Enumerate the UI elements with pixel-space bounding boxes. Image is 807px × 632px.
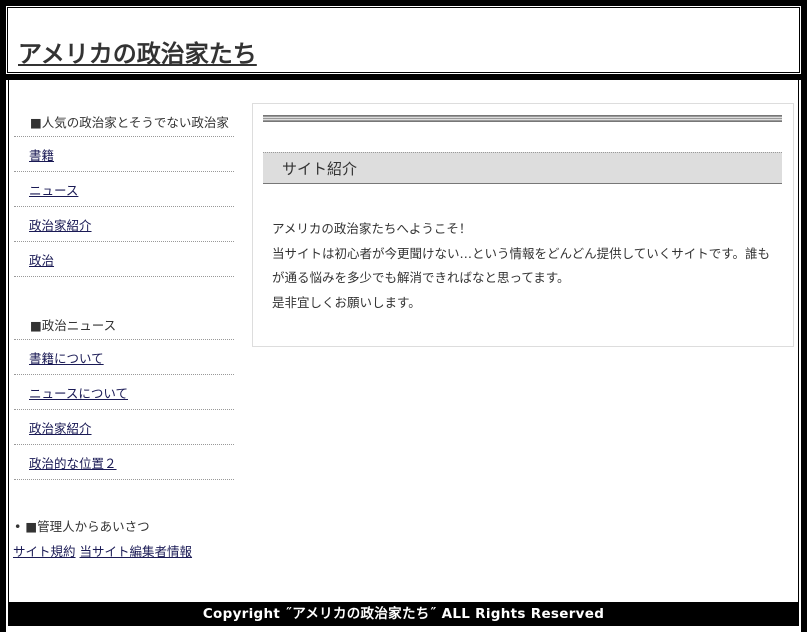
- sidebar-link-politicians-2[interactable]: 政治家紹介: [29, 421, 92, 436]
- sidebar-item-about-news: ニュースについて: [14, 375, 234, 410]
- sidebar-link-political-position[interactable]: 政治的な位置２: [29, 456, 117, 471]
- bullet-icon: •: [14, 519, 22, 534]
- intro-text: アメリカの政治家たちへようこそ！ 当サイトは初心者が今更聞けない…という情報をど…: [272, 217, 775, 315]
- site-header: アメリカの政治家たち: [0, 0, 807, 80]
- sidebar-item-political-position: 政治的な位置２: [14, 445, 234, 480]
- admin-links: サイト規約 当サイト編集者情報: [13, 541, 196, 560]
- sidebar-item-politics: 政治: [14, 242, 234, 277]
- sidebar-link-about-news[interactable]: ニュースについて: [29, 386, 128, 401]
- admin-greeting: • ■管理人からあいさつ: [14, 516, 150, 535]
- sidebar-heading-popular: ■人気の政治家とそうでない政治家: [14, 102, 234, 137]
- sidebar-link-about-books[interactable]: 書籍について: [29, 351, 104, 366]
- intro-line-welcome: アメリカの政治家たちへようこそ！: [272, 221, 472, 236]
- main-content: サイト紹介 アメリカの政治家たちへようこそ！ 当サイトは初心者が今更聞けない…と…: [252, 103, 794, 347]
- sidebar: ■人気の政治家とそうでない政治家 書籍 ニュース 政治家紹介 政治 ■政治ニュー…: [14, 102, 234, 480]
- editor-info-link[interactable]: 当サイト編集者情報: [80, 544, 193, 559]
- intro-line-closing: 是非宜しくお願いします。: [272, 294, 421, 310]
- main-top-rule: [263, 115, 782, 122]
- page-bottom-edge: [0, 626, 807, 632]
- footer-copyright: Copyright ˝アメリカの政治家たち˝ ALL Rights Reserv…: [8, 602, 799, 626]
- sidebar-item-books: 書籍: [14, 137, 234, 172]
- sidebar-link-news[interactable]: ニュース: [29, 183, 78, 198]
- site-title-link[interactable]: アメリカの政治家たち: [18, 34, 257, 69]
- intro-line-description: 当サイトは初心者が今更聞けない…という情報をどんどん提供していくサイトです。誰も…: [272, 245, 771, 286]
- sidebar-link-politics[interactable]: 政治: [29, 253, 54, 268]
- sidebar-item-news: ニュース: [14, 172, 234, 207]
- sidebar-link-books[interactable]: 書籍: [29, 148, 54, 163]
- section-title: サイト紹介: [263, 152, 782, 184]
- sidebar-item-politicians: 政治家紹介: [14, 207, 234, 242]
- site-terms-link[interactable]: サイト規約: [13, 544, 76, 559]
- sidebar-item-about-books: 書籍について: [14, 340, 234, 375]
- sidebar-link-politicians[interactable]: 政治家紹介: [29, 218, 92, 233]
- sidebar-item-politicians-2: 政治家紹介: [14, 410, 234, 445]
- admin-heading: ■管理人からあいさつ: [25, 519, 150, 534]
- sidebar-heading-political-news: ■政治ニュース: [14, 305, 234, 340]
